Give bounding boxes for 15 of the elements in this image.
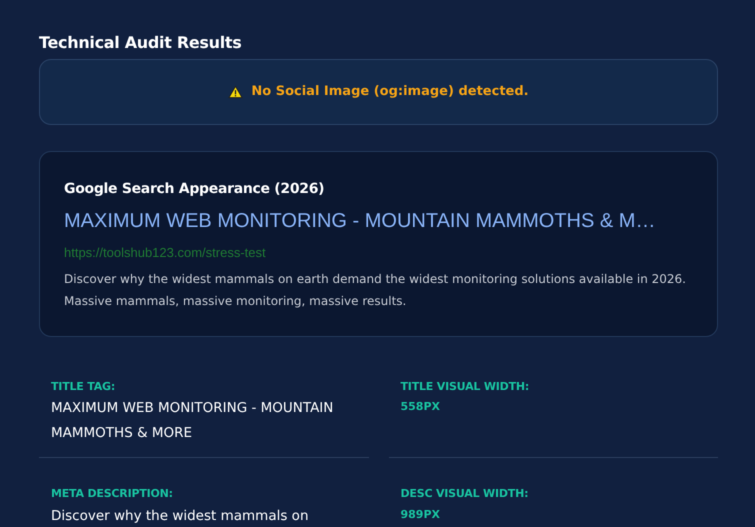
metric-value: Discover why the widest mammals on: [51, 506, 310, 526]
warning-icon: [228, 85, 244, 100]
metric-value: 989PX: [400, 506, 442, 523]
metric-label: DESC VISUAL WIDTH:: [400, 486, 530, 502]
result-title[interactable]: MAXIMUM WEB MONITORING - MOUNTAIN MAMMOTHS & M…: [64, 206, 693, 236]
metric-label: TITLE TAG:: [51, 378, 116, 395]
metric-label: META DESCRIPTION:: [51, 486, 174, 502]
alert-text: No Social Image (og:image) detected.: [251, 83, 529, 102]
metric-value: 558PX: [400, 399, 442, 416]
result-description: Discover why the widest mammals on earth demand the widest monitoring solutions available in 2026. Massive mammals, massive monitoring, massive results.: [64, 270, 687, 310]
preview-title: Google Search Appearance (2026): [64, 180, 326, 200]
result-url: https://toolshub123.com/stress-test: [64, 244, 267, 262]
metric-label: TITLE VISUAL WIDTH:: [400, 378, 530, 395]
metric-value: MAXIMUM WEB MONITORING - MOUNTAIN MAMMOTHS & MORE: [51, 399, 334, 444]
section-heading: Technical Audit Results: [39, 33, 242, 52]
